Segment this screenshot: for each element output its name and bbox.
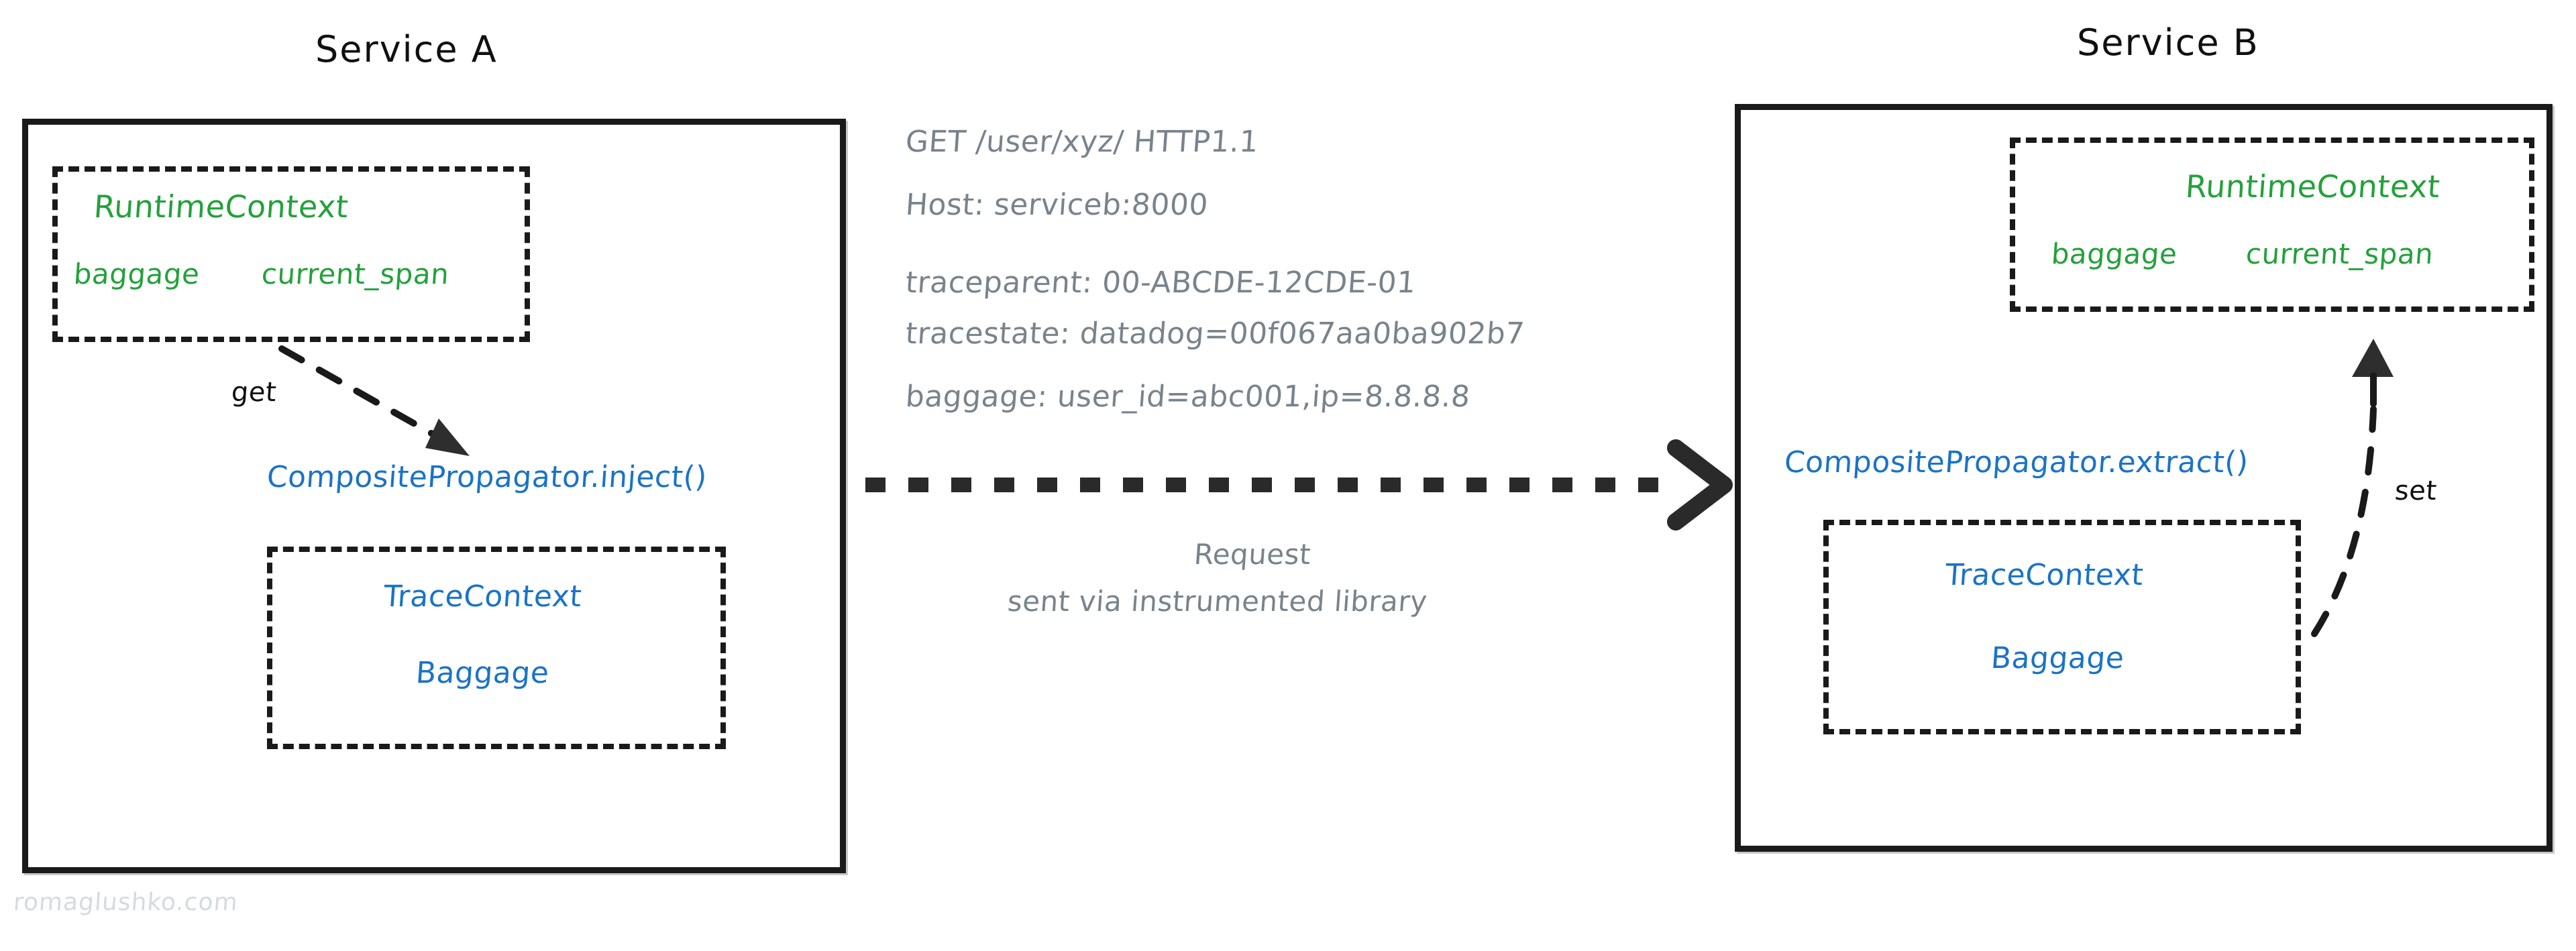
- service-b-baggage-label: Baggage: [1990, 641, 2126, 675]
- service-b-current-span-field: current_span: [2245, 237, 2435, 270]
- service-a-baggage-label: Baggage: [415, 656, 551, 690]
- request-note-line-1: Request: [1193, 538, 1312, 571]
- service-a-trace-context-label: TraceContext: [382, 579, 583, 614]
- service-a-current-span-field: current_span: [260, 258, 451, 290]
- service-a-title: Service A: [315, 28, 498, 70]
- service-a-propagator-inject-label: CompositePropagator.inject(): [266, 460, 708, 494]
- service-b-runtime-context-box: [2010, 137, 2534, 312]
- set-arrow-label: set: [2394, 475, 2438, 506]
- baggage-header: baggage: user_id=abc001,ip=8.8.8.8: [904, 380, 1472, 414]
- service-b-title: Service B: [2077, 21, 2259, 64]
- request-line: GET /user/xyz/ HTTP1.1: [904, 125, 1260, 159]
- tracestate-header: tracestate: datadog=00f067aa0ba902b7: [904, 317, 1526, 351]
- service-b-trace-context-label: TraceContext: [1944, 558, 2145, 592]
- service-b-propagator-extract-label: CompositePropagator.extract(): [1783, 445, 2250, 480]
- request-note-line-2: sent via instrumented library: [1006, 585, 1429, 618]
- diagram-canvas: Service A RuntimeContext baggage current…: [0, 0, 2576, 951]
- watermark: romaglushko.com: [12, 889, 239, 916]
- host-header: Host: serviceb:8000: [904, 188, 1210, 222]
- service-b-carrier-box: [1823, 520, 2301, 734]
- service-b-baggage-field: baggage: [2050, 237, 2179, 270]
- service-a-runtime-context-label: RuntimeContext: [93, 188, 350, 225]
- request-arrow: [865, 439, 1733, 530]
- traceparent-header: traceparent: 00-ABCDE-12CDE-01: [904, 266, 1417, 300]
- service-b-runtime-context-label: RuntimeContext: [2184, 168, 2442, 205]
- service-a-carrier-box: [267, 547, 726, 749]
- get-arrow-label: get: [230, 377, 278, 408]
- service-a-baggage-field: baggage: [72, 258, 201, 290]
